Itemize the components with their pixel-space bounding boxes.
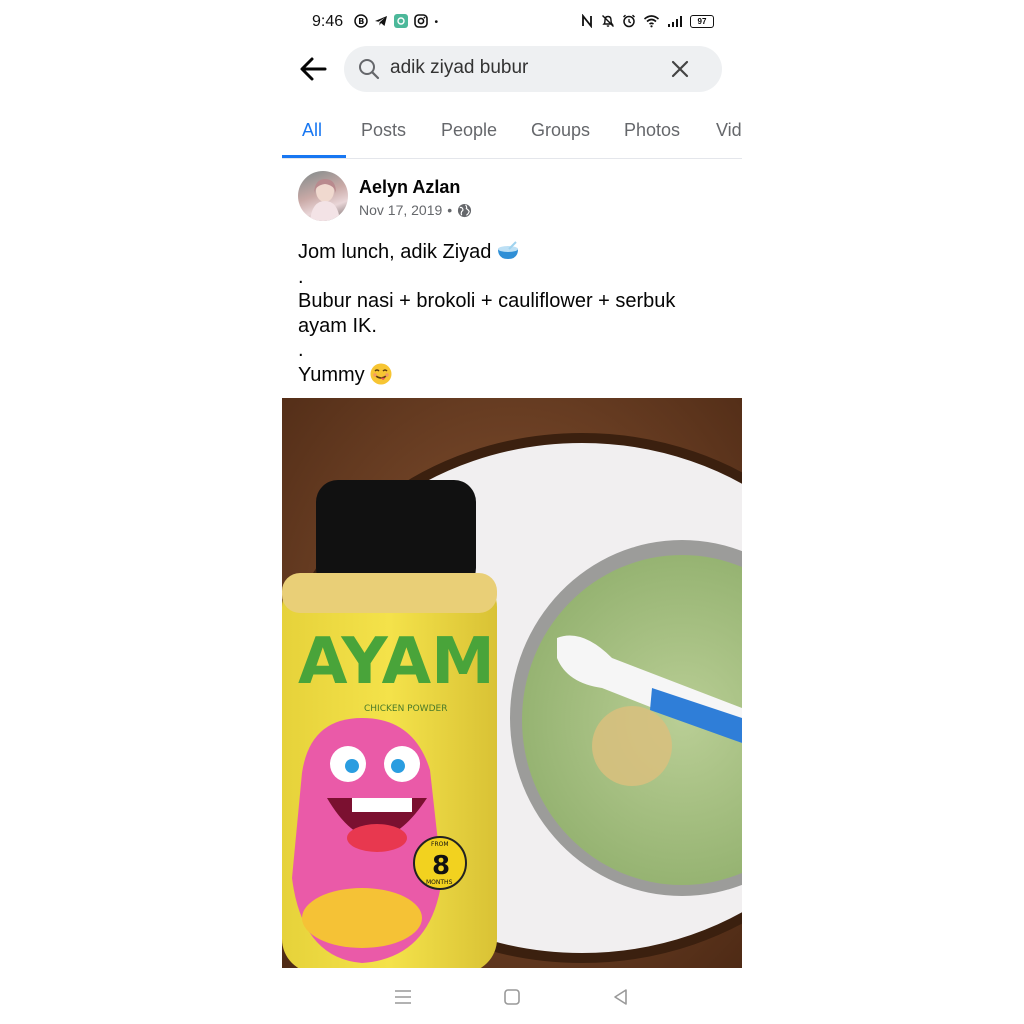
wifi-icon	[643, 15, 660, 28]
status-time: 9:46	[312, 13, 344, 30]
home-icon[interactable]	[501, 986, 523, 1008]
instagram-icon	[414, 14, 428, 28]
avatar-image	[310, 179, 340, 221]
badge-unit-text: MONTHS	[426, 879, 453, 886]
tab-all[interactable]: All	[302, 120, 322, 141]
back-arrow-icon[interactable]	[298, 54, 328, 84]
signal-icon	[668, 16, 682, 27]
post-line: Yummy	[298, 363, 718, 388]
dot-icon	[434, 20, 438, 23]
post-line: .	[298, 339, 304, 361]
search-input[interactable]	[390, 57, 650, 79]
post-line: Jom lunch, adik Ziyad	[298, 240, 718, 265]
menu-icon[interactable]	[392, 986, 414, 1008]
b-icon: B	[354, 14, 368, 28]
tab-groups[interactable]: Groups	[531, 120, 590, 141]
telegram-icon	[375, 16, 387, 26]
mute-icon	[602, 15, 614, 27]
battery-icon: 97	[690, 14, 714, 28]
post-author-name[interactable]: Aelyn Azlan	[359, 177, 460, 198]
badge-from-text: FROM	[431, 841, 449, 848]
post-text: Jom lunch, adik Ziyad . Bubur nasi + bro…	[298, 240, 718, 387]
jar-label-text: AYAM	[298, 625, 495, 699]
post-photo[interactable]: AYAM CHICKEN POWDER FROM 8 MONTHS	[282, 398, 742, 968]
meta-separator: •	[447, 202, 453, 218]
photo-image: AYAM CHICKEN POWDER FROM 8 MONTHS	[282, 398, 742, 968]
yummy-face-emoji-icon	[370, 363, 392, 384]
clear-search-icon[interactable]	[670, 59, 690, 79]
system-nav-bar	[282, 978, 742, 1018]
nfc-icon	[582, 14, 592, 28]
search-icon	[359, 59, 380, 80]
badge-number-text: 8	[432, 851, 450, 881]
tab-videos[interactable]: Vid	[716, 120, 742, 141]
post-date[interactable]: Nov 17, 2019	[359, 202, 442, 218]
app-icon	[394, 14, 408, 28]
back-triangle-icon[interactable]	[610, 986, 632, 1008]
post-line: Bubur nasi + brokoli + cauliflower + ser…	[298, 290, 676, 337]
active-tab-indicator	[282, 155, 346, 158]
status-bar: 9:46 B 97	[282, 0, 742, 44]
tab-photos[interactable]: Photos	[624, 120, 680, 141]
tab-posts[interactable]: Posts	[361, 120, 406, 141]
avatar[interactable]	[298, 171, 348, 221]
phone-screen: 9:46 B 97 All Posts	[282, 0, 742, 1024]
tab-people[interactable]: People	[441, 120, 497, 141]
alarm-icon	[623, 14, 635, 28]
post-line: .	[298, 265, 304, 288]
svg-text:B: B	[358, 17, 364, 26]
bowl-emoji-icon	[497, 241, 518, 259]
globe-icon	[458, 203, 472, 217]
search-bar[interactable]	[344, 46, 722, 92]
search-filter-tabs: All Posts People Groups Photos Vid	[282, 112, 742, 159]
jar-subtitle-text: CHICKEN POWDER	[364, 704, 447, 714]
post-meta: Nov 17, 2019 •	[359, 202, 472, 218]
